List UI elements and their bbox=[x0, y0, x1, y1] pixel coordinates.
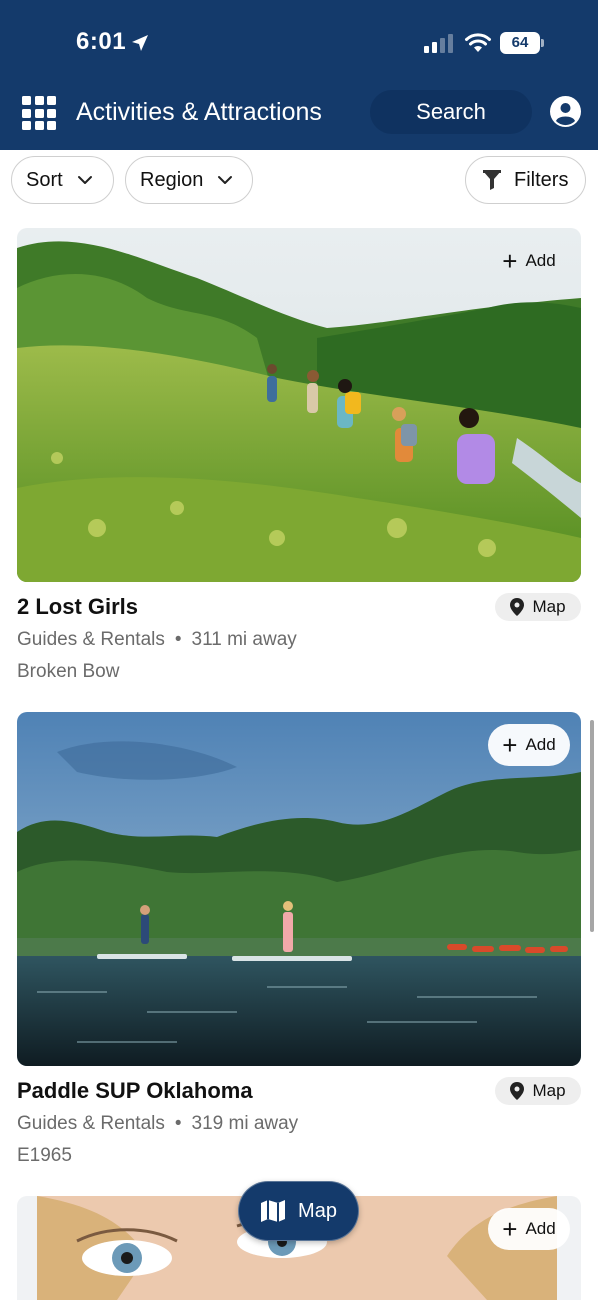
hikers-photo bbox=[17, 228, 581, 582]
scrollbar[interactable] bbox=[590, 720, 594, 932]
card-title[interactable]: Paddle SUP Oklahoma bbox=[17, 1078, 253, 1104]
paddleboard-photo bbox=[17, 712, 581, 1066]
map-fab-label: Map bbox=[298, 1199, 337, 1222]
map-label: Map bbox=[532, 597, 566, 616]
card-meta: Guides & Rentals • 311 mi away bbox=[17, 629, 297, 650]
signal-icon bbox=[424, 34, 453, 53]
chevron-down-icon bbox=[77, 176, 92, 184]
map-label: Map bbox=[532, 1081, 566, 1100]
plus-icon: + bbox=[502, 730, 518, 760]
region-dropdown[interactable]: Region bbox=[125, 156, 253, 204]
add-button[interactable]: + Add bbox=[488, 1208, 570, 1250]
plus-icon: + bbox=[502, 1214, 518, 1244]
search-button[interactable]: Search bbox=[370, 90, 532, 134]
wifi-icon bbox=[465, 33, 491, 52]
profile-icon[interactable] bbox=[550, 96, 581, 127]
map-button[interactable]: Map bbox=[495, 1077, 581, 1105]
card-image[interactable] bbox=[17, 228, 581, 582]
card-title[interactable]: 2 Lost Girls bbox=[17, 594, 138, 620]
filters-button[interactable]: Filters bbox=[465, 156, 586, 204]
funnel-icon bbox=[483, 170, 501, 190]
add-button[interactable]: + Add bbox=[488, 724, 570, 766]
sort-label: Sort bbox=[26, 168, 63, 191]
plus-icon: + bbox=[502, 246, 518, 276]
map-button[interactable]: Map bbox=[495, 593, 581, 621]
sort-dropdown[interactable]: Sort bbox=[11, 156, 114, 204]
top-bar: 6:01 64 Activities & Attractions Search bbox=[0, 0, 598, 150]
card-image[interactable] bbox=[17, 712, 581, 1066]
battery-icon: 64 bbox=[500, 32, 544, 54]
location-arrow-icon bbox=[132, 35, 148, 51]
card-distance: 311 mi away bbox=[191, 629, 297, 650]
map-pin-icon bbox=[510, 598, 525, 616]
card-location: E1965 bbox=[17, 1145, 72, 1166]
card-category: Guides & Rentals bbox=[17, 629, 165, 650]
filters-label: Filters bbox=[514, 168, 569, 191]
map-view-button[interactable]: Map bbox=[238, 1181, 359, 1241]
card-meta: Guides & Rentals • 319 mi away bbox=[17, 1113, 299, 1134]
grid-menu-icon[interactable] bbox=[22, 96, 56, 130]
map-pin-icon bbox=[510, 1082, 525, 1100]
card-category: Guides & Rentals bbox=[17, 1113, 165, 1134]
add-label: Add bbox=[525, 1219, 556, 1238]
card-location: Broken Bow bbox=[17, 661, 120, 682]
status-time: 6:01 bbox=[76, 28, 127, 55]
page-title: Activities & Attractions bbox=[76, 98, 322, 126]
add-button[interactable]: + Add bbox=[488, 240, 570, 282]
map-icon bbox=[261, 1200, 286, 1222]
region-label: Region bbox=[140, 168, 204, 191]
chevron-down-icon bbox=[218, 176, 233, 184]
add-label: Add bbox=[525, 251, 556, 270]
card-distance: 319 mi away bbox=[191, 1113, 299, 1134]
add-label: Add bbox=[525, 735, 556, 754]
